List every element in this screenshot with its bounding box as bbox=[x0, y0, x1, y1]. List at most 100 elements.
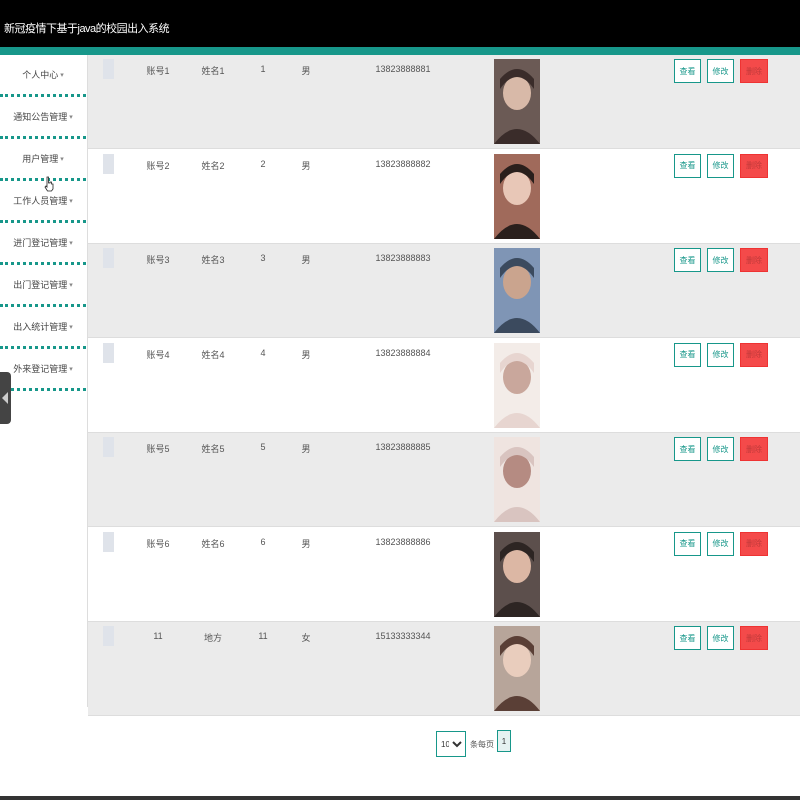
user-photo bbox=[494, 531, 540, 617]
cell-sex: 男 bbox=[301, 160, 311, 171]
edit-button[interactable]: 修改 bbox=[707, 531, 734, 556]
sidebar-item-visitor-registration[interactable]: 外来登记管理 ▾ bbox=[0, 349, 86, 391]
cell-account: 账号1 bbox=[146, 66, 170, 76]
cell-name: 姓名2 bbox=[201, 160, 225, 171]
row-checkbox[interactable] bbox=[103, 531, 114, 552]
cell-age: 2 bbox=[260, 158, 266, 169]
cell-sex: 男 bbox=[301, 66, 311, 76]
bottom-border bbox=[0, 796, 800, 800]
chevron-down-icon: ▾ bbox=[69, 323, 73, 331]
delete-button[interactable]: 删除 bbox=[740, 153, 768, 178]
cell-age: 3 bbox=[260, 253, 266, 263]
user-photo bbox=[494, 59, 540, 144]
chevron-down-icon: ▾ bbox=[69, 365, 73, 373]
row-checkbox[interactable] bbox=[103, 59, 114, 79]
hand-pointer-icon bbox=[44, 176, 54, 192]
view-button[interactable]: 查看 bbox=[674, 531, 701, 556]
table-row: 11 地方 11 女 15133333344 查看 修改 删除 bbox=[88, 622, 800, 716]
sidebar-collapse-handle[interactable] bbox=[0, 372, 11, 424]
cell-name: 地方 bbox=[203, 633, 222, 643]
chevron-down-icon: ▾ bbox=[69, 281, 73, 289]
user-photo bbox=[494, 626, 540, 711]
view-button[interactable]: 查看 bbox=[674, 248, 701, 272]
edit-button[interactable]: 修改 bbox=[707, 437, 734, 461]
sidebar-item-label: 出入统计管理 bbox=[13, 322, 68, 332]
table-row: 账号4 姓名4 4 男 13823888884 查看 修改 删除 bbox=[88, 339, 800, 433]
cell-phone: 13823888881 bbox=[375, 64, 431, 74]
delete-button[interactable]: 删除 bbox=[740, 531, 768, 556]
cell-sex: 男 bbox=[301, 255, 311, 265]
sidebar-item-label: 个人中心 bbox=[22, 70, 59, 80]
sidebar-item-personal-center[interactable]: 个人中心 ▾ bbox=[0, 55, 86, 97]
sidebar-item-exit-registration[interactable]: 出门登记管理 ▾ bbox=[0, 265, 86, 307]
cell-account: 账号3 bbox=[146, 255, 170, 265]
page-number-button[interactable]: 1 bbox=[497, 730, 511, 752]
sidebar: 个人中心 ▾ 通知公告管理 ▾ 用户管理 ▾ 工作人员管理 ▾ 进门登记管理 ▾ 出门登记… bbox=[0, 55, 86, 800]
edit-button[interactable]: 修改 bbox=[707, 153, 734, 178]
cell-name: 姓名6 bbox=[201, 538, 225, 549]
sidebar-item-label: 用户管理 bbox=[22, 154, 59, 164]
view-button[interactable]: 查看 bbox=[674, 342, 701, 367]
table-row: 账号5 姓名5 5 男 13823888885 查看 修改 删除 bbox=[88, 433, 800, 527]
page-size-select[interactable]: 10 bbox=[436, 731, 466, 757]
row-checkbox[interactable] bbox=[103, 437, 114, 457]
edit-button[interactable]: 修改 bbox=[707, 342, 734, 367]
cell-phone: 13823888884 bbox=[375, 347, 431, 358]
cell-phone: 13823888886 bbox=[375, 536, 431, 547]
chevron-down-icon: ▾ bbox=[60, 71, 64, 79]
cell-age: 6 bbox=[260, 536, 266, 547]
cell-sex: 男 bbox=[301, 444, 311, 454]
row-checkbox[interactable] bbox=[103, 626, 114, 646]
sidebar-item-label: 工作人员管理 bbox=[13, 196, 68, 206]
app-title: 新冠疫情下基于java的校园出入系统 bbox=[4, 23, 170, 35]
cell-sex: 男 bbox=[301, 538, 311, 549]
chevron-down-icon: ▾ bbox=[60, 155, 64, 163]
sidebar-item-label: 出门登记管理 bbox=[13, 280, 68, 290]
row-checkbox[interactable] bbox=[103, 153, 114, 174]
per-page-label: 条每页 bbox=[470, 739, 494, 749]
edit-button[interactable]: 修改 bbox=[707, 626, 734, 650]
cell-phone: 13823888882 bbox=[375, 158, 431, 169]
sidebar-item-user-management[interactable]: 用户管理 ▾ bbox=[0, 139, 86, 181]
cell-account: 账号6 bbox=[146, 538, 170, 549]
view-button[interactable]: 查看 bbox=[674, 153, 701, 178]
header-accent-bar bbox=[0, 47, 800, 55]
edit-button[interactable]: 修改 bbox=[707, 248, 734, 272]
delete-button[interactable]: 删除 bbox=[740, 626, 768, 650]
view-button[interactable]: 查看 bbox=[674, 437, 701, 461]
table-row: 账号3 姓名3 3 男 13823888883 查看 修改 删除 bbox=[88, 244, 800, 338]
user-photo bbox=[494, 437, 540, 522]
delete-button[interactable]: 删除 bbox=[740, 59, 768, 83]
sidebar-item-access-statistics[interactable]: 出入统计管理 ▾ bbox=[0, 307, 86, 349]
sidebar-item-label: 外来登记管理 bbox=[13, 364, 68, 374]
cell-account: 账号4 bbox=[146, 349, 170, 360]
delete-button[interactable]: 删除 bbox=[740, 342, 768, 367]
sidebar-item-staff-management[interactable]: 工作人员管理 ▾ bbox=[0, 181, 86, 223]
sidebar-item-entry-registration[interactable]: 进门登记管理 ▾ bbox=[0, 223, 86, 265]
row-checkbox[interactable] bbox=[103, 248, 114, 268]
edit-button[interactable]: 修改 bbox=[707, 59, 734, 83]
sidebar-item-notice-management[interactable]: 通知公告管理 ▾ bbox=[0, 97, 86, 139]
app-header: 新冠疫情下基于java的校园出入系统 bbox=[0, 0, 800, 47]
cell-age: 11 bbox=[258, 631, 268, 641]
cell-name: 姓名1 bbox=[201, 66, 225, 76]
cell-phone: 15133333344 bbox=[375, 631, 431, 641]
chevron-left-icon bbox=[2, 392, 8, 404]
row-checkbox[interactable] bbox=[103, 342, 114, 363]
cell-phone: 13823888883 bbox=[375, 253, 431, 263]
cell-account: 账号2 bbox=[146, 160, 170, 171]
sidebar-item-label: 通知公告管理 bbox=[13, 112, 68, 122]
user-photo bbox=[494, 248, 540, 333]
sidebar-item-label: 进门登记管理 bbox=[13, 238, 68, 248]
view-button[interactable]: 查看 bbox=[674, 59, 701, 83]
delete-button[interactable]: 删除 bbox=[740, 248, 768, 272]
view-button[interactable]: 查看 bbox=[674, 626, 701, 650]
chevron-down-icon: ▾ bbox=[69, 239, 73, 247]
cell-account: 11 bbox=[153, 631, 163, 641]
delete-button[interactable]: 删除 bbox=[740, 437, 768, 461]
user-photo bbox=[494, 342, 540, 428]
cell-name: 姓名3 bbox=[201, 255, 225, 265]
chevron-down-icon: ▾ bbox=[69, 113, 73, 121]
cell-age: 1 bbox=[260, 64, 266, 74]
cell-account: 账号5 bbox=[146, 444, 170, 454]
